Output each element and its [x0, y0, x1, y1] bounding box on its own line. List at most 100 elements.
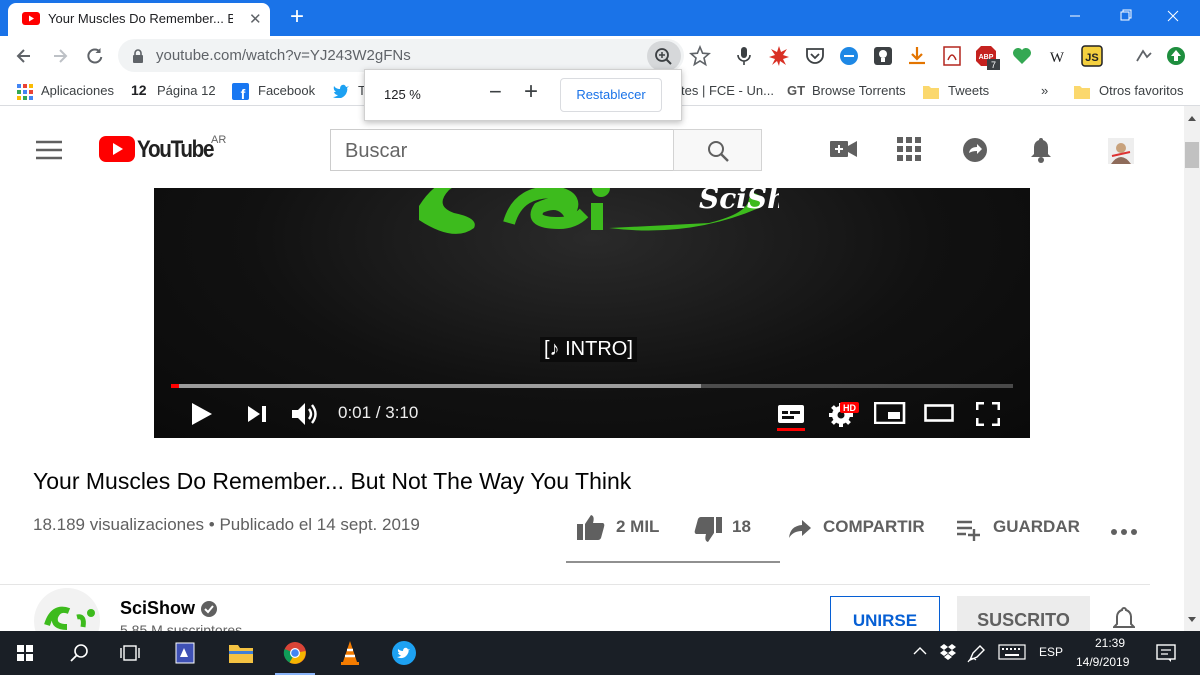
bookmark-fce[interactable]: tes | FCE - Un... [681, 83, 774, 98]
next-icon[interactable] [247, 404, 267, 424]
svg-text:W: W [1050, 50, 1065, 66]
channel-bell-icon[interactable] [1113, 606, 1135, 632]
download-icon[interactable] [906, 45, 928, 67]
bookmark-browse-torrents[interactable]: GT Browse Torrents [787, 83, 906, 98]
theater-mode-icon[interactable] [924, 404, 954, 422]
pocket-icon[interactable] [804, 45, 826, 67]
tab-close-icon[interactable]: ✕ [249, 10, 262, 28]
progress-bar[interactable] [171, 384, 1013, 388]
taskbar-twitter[interactable] [380, 631, 428, 675]
sync-arrow-icon[interactable] [1165, 45, 1187, 67]
microphone-icon[interactable] [733, 45, 755, 67]
zoom-in-button[interactable]: + [524, 78, 538, 106]
input-language[interactable]: ESP [1039, 645, 1063, 659]
keyboard-icon[interactable] [998, 644, 1026, 660]
pdf-extension-icon[interactable] [941, 45, 963, 67]
taskbar-vlc[interactable] [326, 631, 374, 675]
forward-icon[interactable] [50, 46, 70, 66]
bookmark-folder-otros[interactable]: Otros favoritos [1074, 83, 1184, 99]
save-playlist-icon[interactable] [956, 519, 980, 541]
browser-tab[interactable]: Your Muscles Do Remember... But Not The … [8, 3, 270, 36]
dislike-count[interactable]: 18 [732, 517, 751, 537]
reload-icon[interactable] [85, 46, 105, 66]
like-thumb-icon[interactable] [577, 514, 605, 540]
scroll-up-icon[interactable] [1188, 115, 1196, 121]
pen-icon[interactable] [967, 643, 987, 663]
apps-icon[interactable] [897, 137, 921, 161]
settings-gear-icon[interactable]: HD [828, 401, 860, 427]
bookmark-facebook[interactable]: f Facebook [232, 83, 316, 100]
share-arrow-icon[interactable] [788, 519, 812, 539]
wikipedia-icon[interactable]: W [1046, 45, 1068, 67]
scroll-down-icon[interactable] [1188, 617, 1196, 623]
minimize-button[interactable] [1052, 0, 1098, 32]
clock-time[interactable]: 21:39 [1085, 636, 1135, 650]
pagina12-icon: 12 [131, 82, 147, 98]
volume-icon[interactable] [291, 401, 321, 427]
search-input[interactable]: Buscar [330, 129, 674, 171]
bookmark-label: Facebook [258, 83, 316, 98]
youtube-logo[interactable]: YouTube AR [99, 134, 226, 163]
lightbulb-extension-icon[interactable] [872, 45, 894, 67]
bookmark-label: Aplicaciones [41, 83, 114, 98]
notifications-bell-icon[interactable] [1029, 136, 1053, 164]
windows-taskbar: ESP 21:39 14/9/2019 [0, 631, 1200, 675]
windows-start-button[interactable] [0, 631, 48, 675]
js-extension-icon[interactable]: JS [1081, 45, 1103, 67]
close-window-button[interactable] [1150, 0, 1196, 32]
hamburger-menu-icon[interactable] [36, 140, 62, 160]
blue-circle-extension-icon[interactable] [838, 45, 860, 67]
join-button[interactable]: UNIRSE [830, 596, 940, 636]
bookmark-pagina12[interactable]: 12 Página 12 [131, 82, 216, 98]
taskbar-app-script[interactable] [160, 631, 208, 675]
avatar[interactable] [1108, 138, 1134, 164]
search-button[interactable] [673, 129, 762, 171]
back-icon[interactable] [14, 46, 34, 66]
fullscreen-icon[interactable] [976, 402, 1000, 426]
bookmark-star-icon[interactable] [689, 45, 711, 67]
dislike-thumb-icon[interactable] [694, 517, 722, 543]
clock-date[interactable]: 14/9/2019 [1076, 655, 1129, 669]
taskbar-chrome[interactable] [271, 631, 319, 675]
messages-icon[interactable] [962, 137, 988, 163]
subscribed-button[interactable]: SUSCRITO [957, 596, 1090, 636]
play-icon[interactable] [191, 402, 213, 426]
lock-icon[interactable] [132, 49, 144, 63]
restore-button[interactable] [1102, 0, 1148, 32]
like-count[interactable]: 2 MIL [616, 517, 659, 537]
zoom-icon[interactable] [647, 41, 681, 71]
miniplayer-icon[interactable] [874, 402, 906, 424]
subtitles-icon[interactable] [777, 402, 805, 432]
share-button[interactable]: COMPARTIR [823, 517, 925, 537]
taskbar-search-button[interactable] [56, 631, 104, 675]
red-burst-extension-icon[interactable] [768, 45, 790, 67]
address-bar[interactable]: youtube.com/watch?v=YJ243W2gFNs [118, 39, 684, 72]
new-tab-button[interactable]: + [284, 4, 310, 30]
svg-text:JS: JS [1085, 52, 1098, 64]
bookmark-folder-tweets[interactable]: Tweets [923, 83, 989, 99]
adblock-icon[interactable]: ABP 7 [975, 45, 1000, 70]
taskbar-file-explorer[interactable] [217, 631, 265, 675]
zoom-reset-button[interactable]: Restablecer [560, 78, 662, 112]
bookmarks-overflow-chevron[interactable]: » [1041, 83, 1048, 98]
bookmark-aplicaciones[interactable]: Aplicaciones [17, 83, 114, 100]
show-hidden-icons-icon[interactable] [913, 646, 927, 656]
create-video-icon[interactable] [830, 138, 858, 160]
channel-name[interactable]: SciShow [120, 598, 195, 619]
sentiment-bar [566, 561, 780, 563]
green-heart-icon[interactable] [1011, 45, 1033, 67]
video-player[interactable]: SciShow [154, 188, 1030, 438]
scrollbar-thumb[interactable] [1185, 142, 1199, 168]
page-scrollbar[interactable] [1184, 106, 1200, 631]
zoom-out-button[interactable]: − [489, 79, 502, 105]
extension-icon[interactable] [1133, 45, 1155, 67]
more-options-icon[interactable] [1110, 528, 1138, 536]
notification-center-icon[interactable] [1156, 643, 1176, 663]
dropbox-icon[interactable] [939, 643, 957, 661]
search-icon [70, 643, 90, 663]
channel-avatar[interactable] [33, 587, 101, 631]
video-caption: [♪ INTRO] [540, 337, 637, 362]
save-button[interactable]: GUARDAR [993, 517, 1080, 537]
task-view-button[interactable] [106, 631, 154, 675]
tab-strip: Your Muscles Do Remember... But Not The … [0, 0, 1200, 36]
